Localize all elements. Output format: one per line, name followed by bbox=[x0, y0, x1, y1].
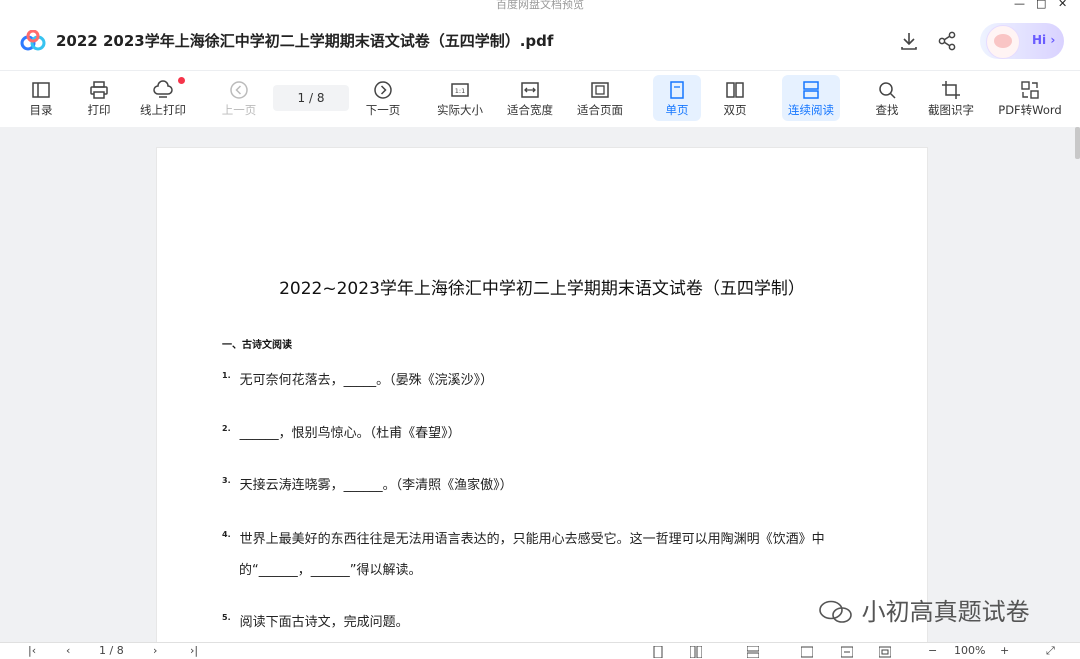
next-icon[interactable]: › bbox=[153, 644, 157, 657]
question-4: 4. 世界上最美好的东西往往是无法用语言表达的，只能用心去感受它。这一哲理可以用陶… bbox=[222, 528, 825, 547]
wechat-icon bbox=[819, 600, 852, 623]
hi-label: Hi › bbox=[1032, 33, 1056, 47]
question-text: 天接云涛连晓雾，______。（李清照《渔家傲》） bbox=[239, 478, 513, 493]
fit-width-label: 适合宽度 bbox=[507, 103, 553, 117]
screenshot-ocr-icon bbox=[942, 81, 960, 99]
baidu-netdisk-logo bbox=[20, 30, 46, 51]
actual-size-label: 实际大小 bbox=[437, 103, 483, 117]
double-page-small-icon[interactable] bbox=[690, 646, 702, 658]
fullscreen-icon[interactable]: ⤢ bbox=[1046, 644, 1055, 658]
prev-page-label: 上一页 bbox=[221, 103, 257, 117]
fit-page-label: 适合页面 bbox=[577, 103, 623, 117]
exam-title: 2022~2023学年上海徐汇中学初二上学期期末语文试卷（五四学制） bbox=[279, 279, 805, 299]
question-3: 3. 天接云涛连晓雾，______。（李清照《渔家傲》） bbox=[222, 474, 513, 493]
double-page-label: 双页 bbox=[723, 103, 747, 117]
question-text: 世界上最美好的东西往往是无法用语言表达的，只能用心去感受它。这一哲理可以用陶渊明… bbox=[239, 532, 825, 547]
search-button[interactable]: 查找 bbox=[864, 71, 910, 127]
download-icon[interactable] bbox=[898, 30, 920, 52]
svg-text:1:1: 1:1 bbox=[455, 87, 465, 95]
watermark-text: 小初高真题试卷 bbox=[861, 598, 1030, 626]
continuous-small-icon[interactable] bbox=[747, 646, 759, 658]
question-text: ______，恨别鸟惊心。（杜甫《春望》） bbox=[239, 426, 461, 441]
fit-page-small-icon[interactable] bbox=[879, 646, 891, 658]
pdf-to-word-label: PDF转Word bbox=[998, 103, 1062, 117]
question-number: 3. bbox=[222, 476, 231, 485]
close-icon[interactable]: ✕ bbox=[1058, 0, 1067, 10]
prev-page-button[interactable]: 上一页 bbox=[218, 71, 260, 127]
screenshot-ocr-button[interactable]: 截图识字 bbox=[922, 71, 980, 127]
pdf-to-word-icon bbox=[1021, 81, 1039, 99]
status-page-indicator[interactable]: 1 / 8 bbox=[99, 644, 124, 657]
next-page-label: 下一页 bbox=[365, 103, 401, 117]
online-print-label: 线上打印 bbox=[140, 103, 186, 117]
next-page-button[interactable]: 下一页 bbox=[362, 71, 404, 127]
printer-icon bbox=[90, 81, 108, 99]
question-text: 阅读下面古诗文，完成问题。 bbox=[239, 615, 409, 630]
actual-size-icon: 1:1 bbox=[451, 83, 469, 97]
toc-icon bbox=[32, 82, 50, 98]
search-label: 查找 bbox=[875, 103, 899, 117]
app-header: 2022 2023学年上海徐汇中学初二上学期期末语文试卷（五四学制）.pdf H… bbox=[0, 14, 1080, 70]
question-1: 1. 无可奈何花落去，_____。（晏殊《浣溪沙》） bbox=[222, 369, 493, 388]
double-page-button[interactable]: 双页 bbox=[712, 71, 758, 127]
last-page-icon[interactable]: ›| bbox=[190, 644, 198, 657]
fit-page-icon bbox=[591, 82, 609, 98]
assistant-avatar bbox=[986, 25, 1020, 59]
toc-label: 目录 bbox=[29, 103, 53, 117]
watermark: 小初高真题试卷 bbox=[818, 592, 1030, 627]
ai-assistant-button[interactable]: Hi › bbox=[980, 23, 1064, 59]
zoom-in-button[interactable]: + bbox=[1000, 644, 1009, 657]
document-title: 2022 2023学年上海徐汇中学初二上学期期末语文试卷（五四学制）.pdf bbox=[56, 32, 554, 50]
question-number: 1. bbox=[222, 371, 231, 380]
vertical-scrollbar[interactable] bbox=[1075, 127, 1080, 159]
share-icon[interactable] bbox=[936, 30, 958, 52]
pdf-to-word-button[interactable]: PDF转Word bbox=[994, 71, 1066, 127]
fit-width-button[interactable]: 适合宽度 bbox=[502, 71, 558, 127]
single-page-icon bbox=[670, 81, 684, 99]
search-icon bbox=[879, 82, 896, 99]
question-5: 5. 阅读下面古诗文，完成问题。 bbox=[222, 611, 409, 630]
page-indicator-input[interactable]: 1 / 8 bbox=[273, 85, 349, 111]
zoom-out-button[interactable]: − bbox=[928, 644, 937, 657]
single-page-label: 单页 bbox=[665, 103, 689, 117]
prev-page-icon bbox=[230, 81, 248, 99]
window-titlebar: 百度网盘文档预览 — □ ✕ bbox=[0, 0, 1080, 14]
first-page-icon[interactable]: |‹ bbox=[28, 644, 36, 657]
screenshot-ocr-label: 截图识字 bbox=[928, 103, 974, 117]
actual-size-button[interactable]: 1:1 实际大小 bbox=[432, 71, 488, 127]
fit-page-button[interactable]: 适合页面 bbox=[572, 71, 628, 127]
actual-size-small-icon[interactable] bbox=[801, 646, 813, 658]
window-title: 百度网盘文档预览 bbox=[496, 0, 584, 11]
print-button[interactable]: 打印 bbox=[80, 71, 118, 127]
print-label: 打印 bbox=[87, 103, 111, 117]
document-page: 2022~2023学年上海徐汇中学初二上学期期末语文试卷（五四学制） 一、古诗文… bbox=[156, 147, 928, 642]
notification-dot bbox=[178, 77, 185, 84]
continuous-read-icon bbox=[803, 81, 819, 99]
next-page-icon bbox=[374, 81, 392, 99]
question-4-line2: 的“______，______”得以解读。 bbox=[239, 563, 422, 578]
document-viewport[interactable]: 2022~2023学年上海徐汇中学初二上学期期末语文试卷（五四学制） 一、古诗文… bbox=[0, 127, 1080, 642]
minimize-icon[interactable]: — bbox=[1014, 0, 1025, 10]
zoom-level: 100% bbox=[954, 644, 986, 657]
section-heading: 一、古诗文阅读 bbox=[222, 340, 292, 351]
fit-width-icon bbox=[521, 82, 539, 98]
single-page-small-icon[interactable] bbox=[652, 646, 664, 658]
fit-width-small-icon[interactable] bbox=[841, 646, 853, 658]
status-bar: |‹ ‹ 1 / 8 › ›| − 100% + ⤢ bbox=[0, 642, 1080, 659]
continuous-read-button[interactable]: 连续阅读 bbox=[782, 71, 840, 127]
continuous-read-label: 连续阅读 bbox=[788, 103, 834, 117]
question-number: 5. bbox=[222, 613, 231, 622]
single-page-button[interactable]: 单页 bbox=[653, 71, 701, 127]
online-print-button[interactable]: 线上打印 bbox=[136, 71, 190, 127]
question-number: 2. bbox=[222, 424, 231, 433]
double-page-icon bbox=[726, 82, 744, 98]
prev-icon[interactable]: ‹ bbox=[66, 644, 70, 657]
question-number: 4. bbox=[222, 530, 231, 539]
question-2: 2. ______，恨别鸟惊心。（杜甫《春望》） bbox=[222, 422, 461, 441]
toolbar: 目录 打印 线上打印 上一页 1 / 8 下一页 1:1 实际大小 适合宽度 适… bbox=[0, 70, 1080, 128]
question-text: 无可奈何花落去，_____。（晏殊《浣溪沙》） bbox=[239, 373, 494, 388]
maximize-icon[interactable]: □ bbox=[1036, 0, 1046, 10]
toc-button[interactable]: 目录 bbox=[22, 71, 60, 127]
cloud-print-icon bbox=[153, 80, 173, 98]
